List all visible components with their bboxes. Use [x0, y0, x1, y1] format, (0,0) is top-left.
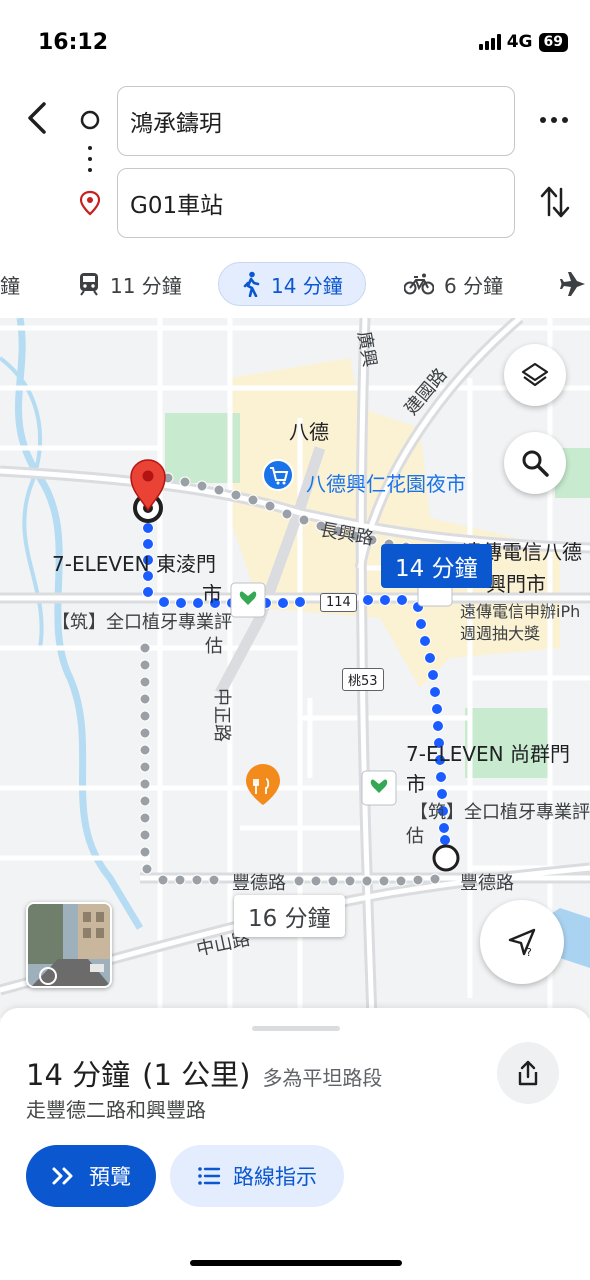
poi-seven-dongling-2: 市	[202, 582, 222, 606]
directions-list-button[interactable]: 路線指示	[170, 1145, 344, 1207]
route-summary-sheet: 14 分鐘 (1 公里) 多為平坦路段 走豐德二路和興豐路 預覽 路線指示	[0, 1008, 590, 1280]
poi-night-market[interactable]: 八德興仁花園夜市	[306, 468, 466, 497]
tab-bike-label: 6 分鐘	[444, 273, 504, 298]
poi-dental-right[interactable]: 【筑】全口植牙專業評	[410, 798, 590, 824]
preview-button-label: 預覽	[89, 1165, 131, 1189]
route-terrain: 多為平坦路段	[262, 1066, 383, 1090]
route-distance: (1 公里)	[142, 1058, 251, 1092]
road-label-zhongzheng: 中正路	[211, 688, 232, 742]
network-type: 4G	[506, 32, 533, 52]
origin-input[interactable]: 鴻承鑄玥	[117, 86, 515, 156]
more-horiz-icon	[540, 117, 568, 123]
tab-walk[interactable]: 14 分鐘	[218, 262, 366, 306]
location-arrow-icon: ?	[508, 928, 536, 958]
sheet-drag-handle[interactable]	[252, 1026, 340, 1031]
home-indicator[interactable]	[190, 1260, 402, 1266]
origin-circle-icon	[80, 110, 100, 130]
poi-fareast-2: 興門市	[486, 572, 546, 596]
poi-dental-left[interactable]: 【筑】全口植牙專業評	[52, 608, 232, 634]
layers-icon	[521, 362, 549, 387]
tab-transit[interactable]: 11 分鐘	[78, 262, 182, 306]
street-view-thumbnail[interactable]	[26, 902, 112, 988]
poi-dental-right-2: 估	[406, 826, 424, 847]
more-options-button[interactable]	[536, 106, 572, 134]
svg-text:?: ?	[526, 946, 532, 958]
location-button[interactable]: ?	[480, 900, 564, 984]
map-label-bade: 八德	[289, 420, 329, 444]
walk-icon	[243, 271, 260, 297]
tab-walk-label: 14 分鐘	[271, 273, 343, 298]
status-time: 16:12	[38, 30, 109, 55]
directions-list-label: 路線指示	[233, 1165, 317, 1189]
list-icon	[198, 1167, 221, 1185]
poi-seven-shangqun-2: 市	[406, 772, 426, 796]
route-summary: 14 分鐘 (1 公里) 多為平坦路段	[26, 1052, 382, 1094]
tab-drive[interactable]: 鐘	[0, 262, 20, 306]
share-icon	[518, 1060, 538, 1086]
preview-button[interactable]: 預覽	[26, 1145, 156, 1207]
swap-button[interactable]	[538, 182, 572, 222]
route-connector	[79, 110, 101, 216]
swap-vert-icon	[540, 186, 570, 218]
alt-route-duration-tag[interactable]: 16 分鐘	[234, 895, 345, 937]
poi-dental-left-2: 估	[205, 636, 223, 657]
back-button[interactable]	[22, 98, 52, 138]
poi-seven-dongling[interactable]: 7-ELEVEN 東淩門	[52, 548, 216, 577]
destination-input[interactable]: G01車站	[117, 168, 515, 238]
route-time: 14 分鐘	[26, 1058, 131, 1092]
poi-fareast-promo-2: 週週抽大獎	[460, 624, 541, 643]
train-icon	[80, 273, 98, 296]
street-view-image	[28, 904, 110, 986]
origin-marker	[432, 844, 460, 872]
poi-seven-shangqun[interactable]: 7-ELEVEN 尚群門	[406, 738, 570, 767]
road-label-fengde-right: 豐德路	[460, 873, 514, 894]
layers-button[interactable]	[504, 344, 566, 406]
battery-level: 69	[538, 32, 568, 52]
route-duration-tag[interactable]: 14 分鐘	[381, 544, 492, 588]
road-badge-tao53: 桃53	[342, 668, 384, 691]
tab-drive-label: 鐘	[0, 273, 20, 298]
poi-fareast-promo: 遠傳電信申辦iPh	[460, 602, 581, 621]
flight-icon	[560, 272, 585, 296]
map-view[interactable]: 八德 八德興仁花園夜市 長興路 建國路 廣興 中正路 豐德路 豐德路 中山路 7…	[0, 318, 590, 1018]
road-label-fengde-left: 豐德路	[232, 873, 286, 894]
bike-icon	[404, 273, 434, 295]
status-indicators: 4G 69	[478, 32, 568, 52]
tab-bike[interactable]: 6 分鐘	[404, 262, 503, 306]
double-chevron-right-icon	[52, 1167, 73, 1185]
travel-mode-tabs: 鐘 11 分鐘 14 分鐘 6 分鐘	[0, 262, 590, 308]
chevron-left-icon	[28, 102, 46, 134]
share-button[interactable]	[497, 1042, 559, 1104]
search-along-route-button[interactable]	[504, 432, 566, 494]
route-via: 走豐德二路和興豐路	[26, 1098, 206, 1122]
search-icon	[522, 450, 549, 477]
destination-marker	[130, 459, 166, 523]
tab-transit-label: 11 分鐘	[110, 273, 182, 298]
tab-flight[interactable]	[560, 262, 586, 306]
road-badge-114: 114	[320, 593, 357, 612]
signal-icon	[478, 34, 501, 50]
